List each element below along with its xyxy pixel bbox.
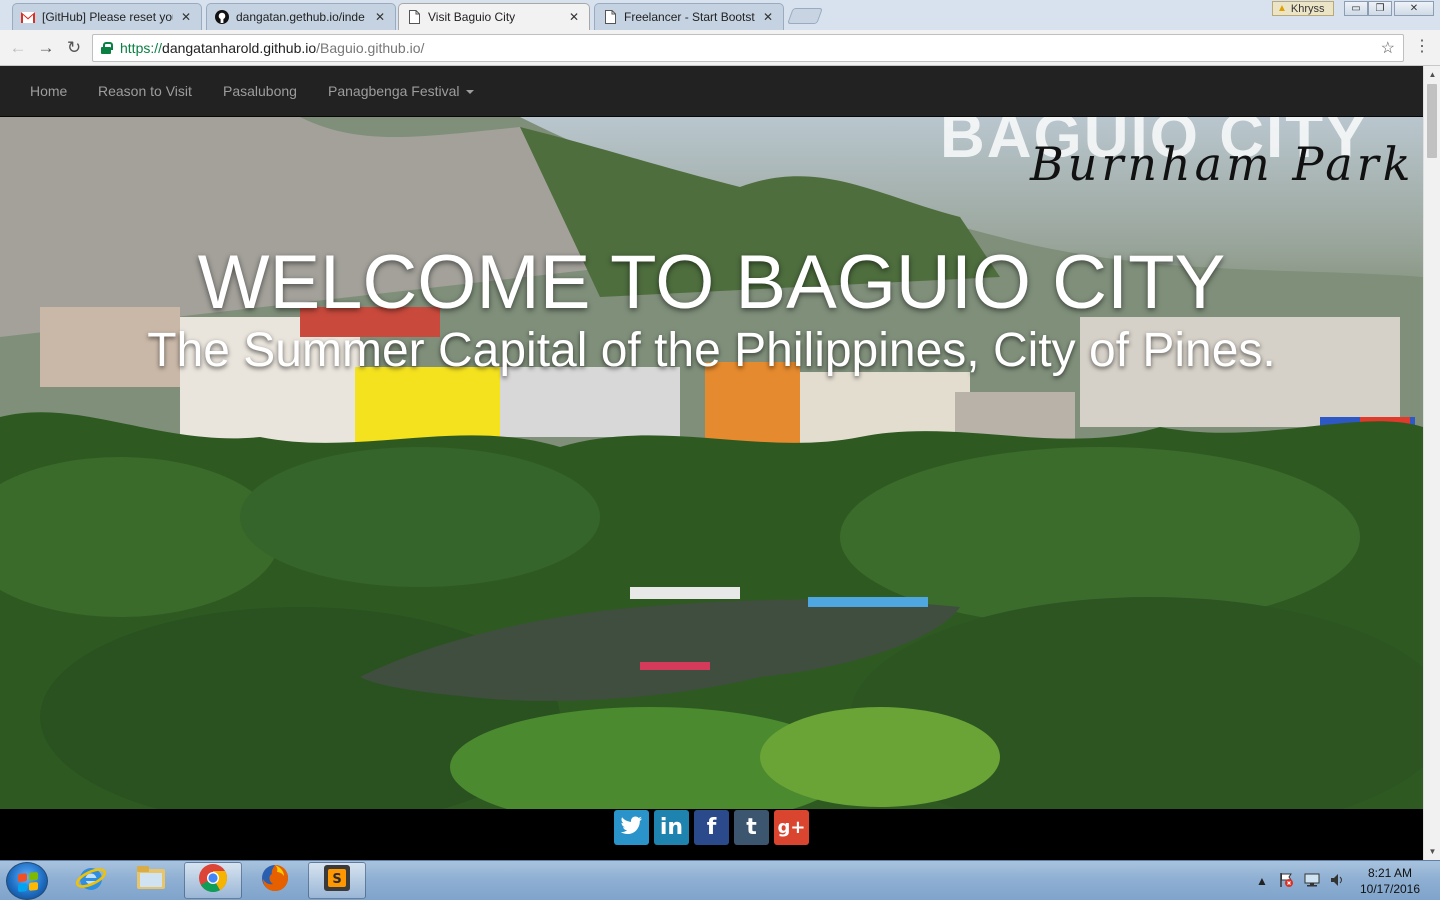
tab-title: Freelancer - Start Bootstr — [624, 10, 755, 24]
nav-reason-to-visit[interactable]: Reason to Visit — [98, 83, 192, 99]
google-plus-icon: g+ — [777, 817, 806, 838]
warning-icon: ▲ — [1277, 3, 1287, 14]
network-icon[interactable] — [1304, 873, 1320, 890]
url-host: dangatanharold.github.io — [162, 40, 317, 56]
profile-button[interactable]: ▲ Khryss — [1272, 1, 1334, 16]
tab-strip: [GitHub] Please reset your ✕ dangatan.ge… — [0, 0, 1440, 30]
clock-date: 10/17/2016 — [1359, 882, 1421, 896]
twitter-icon — [620, 815, 643, 840]
folder-icon — [135, 863, 167, 898]
nav-pasalubong[interactable]: Pasalubong — [223, 83, 297, 99]
sublime-text-icon: S — [323, 864, 351, 897]
page-icon — [407, 10, 421, 24]
close-tab-icon[interactable]: ✕ — [761, 10, 775, 24]
github-icon — [215, 10, 229, 24]
url-path: /Baguio.github.io/ — [316, 40, 425, 56]
forward-arrow-icon: → — [37, 38, 55, 57]
taskbar-internet-explorer[interactable] — [62, 862, 120, 899]
chrome-menu-icon[interactable]: ⋮ — [1414, 36, 1430, 60]
nav-home[interactable]: Home — [30, 83, 67, 99]
browser-tab-freelancer[interactable]: Freelancer - Start Bootstr ✕ — [594, 3, 784, 30]
browser-toolbar: ← → ↻ https://dangatanharold.github.io/B… — [0, 30, 1440, 66]
profile-name: Khryss — [1290, 2, 1325, 15]
scroll-down-arrow-icon[interactable]: ▼ — [1424, 843, 1440, 860]
windows-logo-icon — [18, 871, 38, 893]
windows-taskbar: S ▲ 8:21 AM 10/17/2016 — [0, 860, 1440, 900]
svg-text:S: S — [332, 872, 341, 887]
hero-headline: WELCOME TO BAGUIO CITY — [197, 240, 1226, 325]
site-footer: in f t g+ — [0, 809, 1423, 860]
hero-background-image — [0, 117, 1423, 809]
browser-tab-github[interactable]: dangatan.gethub.io/inde ✕ — [206, 3, 396, 30]
back-button[interactable]: ← — [6, 36, 30, 60]
nav-festival-label: Panagbenga Festival — [328, 83, 460, 99]
browser-tab-gmail[interactable]: [GitHub] Please reset your ✕ — [12, 3, 202, 30]
system-tray: ▲ — [1256, 869, 1346, 893]
browser-tab-baguio[interactable]: Visit Baguio City ✕ — [398, 3, 590, 30]
close-icon: ✕ — [1409, 3, 1419, 14]
back-arrow-icon: ← — [9, 38, 27, 57]
action-center-flag-icon[interactable] — [1278, 872, 1294, 891]
new-tab-button[interactable] — [787, 8, 823, 24]
restore-icon: ❐ — [1375, 3, 1385, 14]
scroll-up-arrow-icon[interactable]: ▲ — [1424, 66, 1440, 83]
google-plus-button[interactable]: g+ — [774, 810, 809, 845]
tab-title: [GitHub] Please reset your — [42, 10, 173, 24]
page-viewport: Home Reason to Visit Pasalubong Panagben… — [0, 66, 1423, 860]
tab-title: dangatan.gethub.io/inde — [236, 10, 365, 24]
taskbar-chrome[interactable] — [184, 862, 242, 899]
site-navbar: Home Reason to Visit Pasalubong Panagben… — [0, 66, 1423, 117]
firefox-icon — [260, 863, 290, 898]
forward-button[interactable]: → — [34, 36, 58, 60]
close-tab-icon[interactable]: ✕ — [567, 10, 581, 24]
reload-icon: ↻ — [66, 38, 82, 57]
linkedin-button[interactable]: in — [654, 810, 689, 845]
address-bar[interactable]: https://dangatanharold.github.io/Baguio.… — [92, 34, 1404, 62]
show-hidden-icons-icon[interactable]: ▲ — [1256, 874, 1268, 888]
twitter-button[interactable] — [614, 810, 649, 845]
gmail-icon — [21, 10, 35, 24]
taskbar-firefox[interactable] — [246, 862, 304, 899]
restore-button[interactable]: ❐ — [1368, 1, 1392, 16]
tab-title: Visit Baguio City — [428, 10, 516, 24]
close-window-button[interactable]: ✕ — [1394, 1, 1434, 16]
taskbar-clock[interactable]: 8:21 AM 10/17/2016 — [1352, 865, 1428, 897]
tumblr-icon: t — [746, 815, 757, 840]
tumblr-button[interactable]: t — [734, 810, 769, 845]
close-tab-icon[interactable]: ✕ — [373, 10, 387, 24]
url-scheme: https:// — [120, 40, 163, 56]
page-icon — [603, 10, 617, 24]
taskbar-sublime-text[interactable]: S — [308, 862, 366, 899]
taskbar-file-explorer[interactable] — [122, 862, 180, 899]
clock-time: 8:21 AM — [1367, 866, 1413, 880]
nav-panagbenga-festival[interactable]: Panagbenga Festival — [328, 83, 474, 99]
facebook-icon: f — [706, 815, 717, 840]
close-tab-icon[interactable]: ✕ — [179, 10, 193, 24]
page-scrollbar[interactable]: ▲ ▼ — [1423, 66, 1440, 860]
chrome-icon — [198, 863, 228, 898]
internet-explorer-icon — [75, 862, 107, 899]
hero-script-caption: Burnham Park — [1030, 137, 1415, 191]
lock-icon — [101, 42, 113, 54]
bookmark-star-icon[interactable]: ☆ — [1381, 38, 1395, 58]
minimize-icon: ▭ — [1351, 3, 1361, 14]
reload-button[interactable]: ↻ — [62, 36, 86, 60]
hero-banner: BAGUIO CITY Burnham Park WELCOME TO BAGU… — [0, 117, 1423, 809]
volume-icon[interactable] — [1330, 873, 1346, 890]
facebook-button[interactable]: f — [694, 810, 729, 845]
hero-subheadline: The Summer Capital of the Philippines, C… — [147, 324, 1276, 377]
start-button[interactable] — [6, 862, 48, 900]
caret-down-icon — [465, 90, 474, 95]
linkedin-icon: in — [659, 815, 684, 840]
minimize-button[interactable]: ▭ — [1344, 1, 1368, 16]
scrollbar-thumb[interactable] — [1427, 84, 1437, 158]
